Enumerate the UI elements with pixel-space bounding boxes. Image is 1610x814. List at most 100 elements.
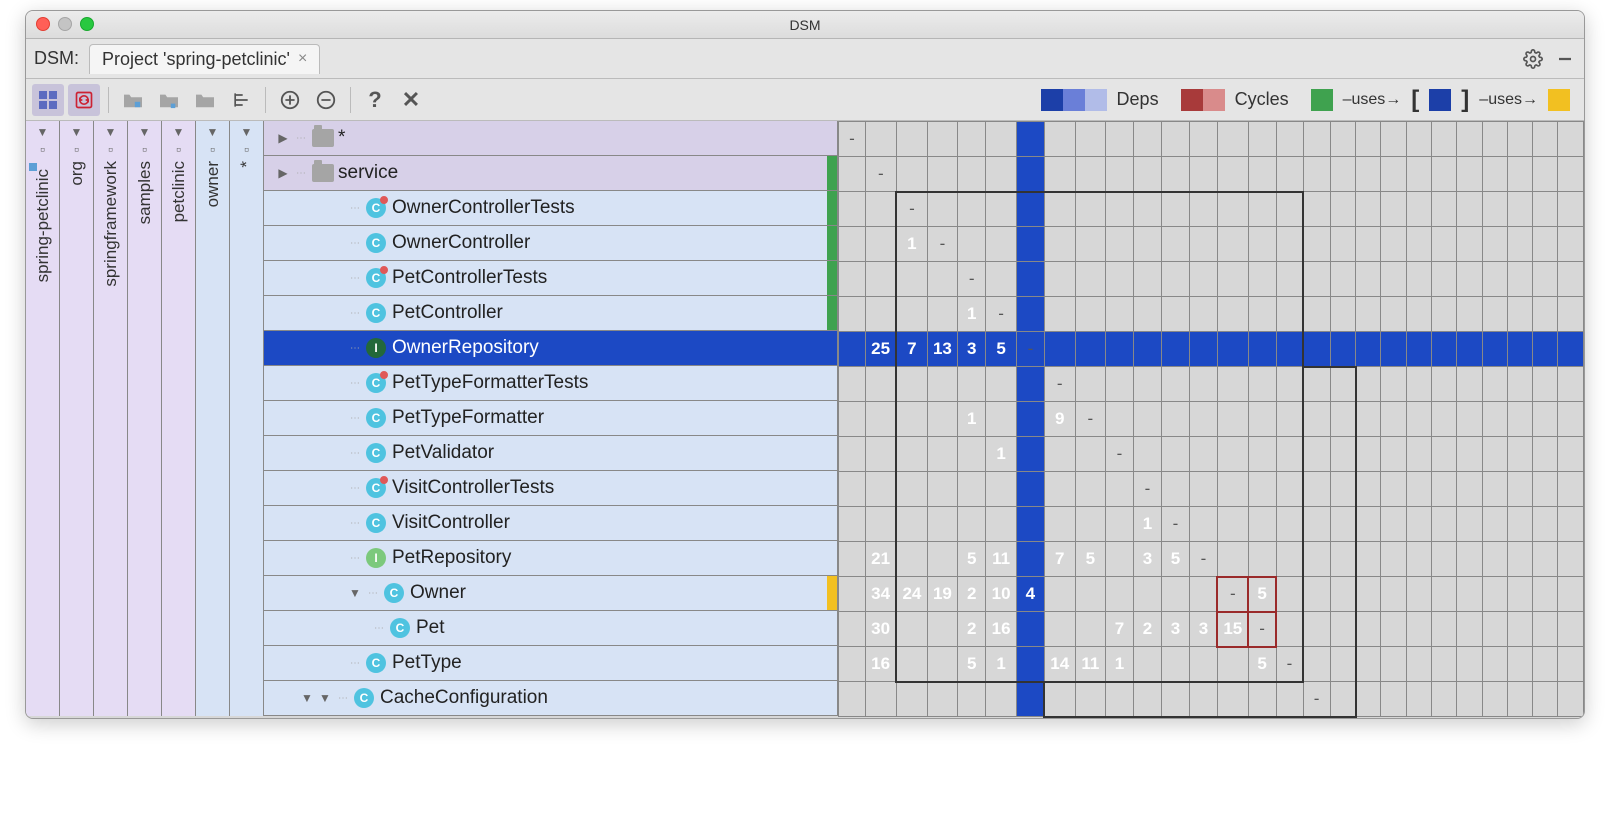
cell-10-6[interactable] — [1016, 472, 1044, 507]
cell-10-2[interactable] — [896, 472, 927, 507]
cell-0-20[interactable] — [1406, 122, 1431, 157]
cell-5-25[interactable] — [1533, 297, 1558, 332]
cell-2-1[interactable] — [865, 192, 896, 227]
cell-15-19[interactable] — [1381, 647, 1406, 682]
cell-6-0[interactable] — [839, 332, 866, 367]
cell-7-14[interactable] — [1248, 367, 1276, 402]
cell-15-23[interactable] — [1482, 647, 1507, 682]
cell-15-25[interactable] — [1533, 647, 1558, 682]
cell-2-15[interactable] — [1276, 192, 1303, 227]
cell-3-21[interactable] — [1432, 227, 1457, 262]
cell-7-3[interactable] — [927, 367, 958, 402]
cell-13-25[interactable] — [1533, 577, 1558, 612]
cell-16-15[interactable] — [1276, 682, 1303, 717]
cell-0-5[interactable] — [986, 122, 1017, 157]
cell-15-8[interactable]: 11 — [1075, 647, 1105, 682]
star-col[interactable]: ▼ ▫ * — [230, 121, 264, 716]
cell-3-3[interactable] — [927, 227, 958, 262]
cell-5-13[interactable] — [1217, 297, 1248, 332]
cell-7-10[interactable] — [1134, 367, 1162, 402]
cell-1-12[interactable] — [1189, 157, 1217, 192]
cell-5-14[interactable] — [1248, 297, 1276, 332]
cycle-button[interactable] — [68, 84, 100, 116]
cell-11-12[interactable] — [1189, 507, 1217, 542]
cell-3-4[interactable] — [958, 227, 986, 262]
cell-11-9[interactable] — [1106, 507, 1134, 542]
cell-5-4[interactable]: 1 — [958, 297, 986, 332]
cell-16-26[interactable] — [1558, 682, 1584, 717]
cell-7-0[interactable] — [839, 367, 866, 402]
cell-14-16[interactable] — [1303, 612, 1330, 647]
cell-3-19[interactable] — [1381, 227, 1406, 262]
cell-0-18[interactable] — [1356, 122, 1381, 157]
cell-2-21[interactable] — [1432, 192, 1457, 227]
cell-13-0[interactable] — [839, 577, 866, 612]
cell-3-7[interactable] — [1044, 227, 1075, 262]
cell-4-23[interactable] — [1482, 262, 1507, 297]
cell-11-20[interactable] — [1406, 507, 1431, 542]
cell-2-16[interactable] — [1303, 192, 1330, 227]
cell-3-9[interactable] — [1106, 227, 1134, 262]
cell-3-13[interactable] — [1217, 227, 1248, 262]
cell-1-18[interactable] — [1356, 157, 1381, 192]
row-or[interactable]: ⋯IOwnerRepository — [264, 331, 838, 366]
cell-1-20[interactable] — [1406, 157, 1431, 192]
cell-16-10[interactable] — [1134, 682, 1162, 717]
cell-0-24[interactable] — [1507, 122, 1532, 157]
cell-7-21[interactable] — [1432, 367, 1457, 402]
cell-6-26[interactable] — [1558, 332, 1584, 367]
cell-14-5[interactable]: 16 — [986, 612, 1017, 647]
cell-15-2[interactable] — [896, 647, 927, 682]
cell-0-14[interactable] — [1248, 122, 1276, 157]
cell-6-5[interactable]: 5 — [986, 332, 1017, 367]
row-pc[interactable]: ⋯CPetController — [264, 296, 838, 331]
cell-10-9[interactable] — [1106, 472, 1134, 507]
cell-2-22[interactable] — [1457, 192, 1482, 227]
cell-3-17[interactable] — [1330, 227, 1355, 262]
cell-2-10[interactable] — [1134, 192, 1162, 227]
cell-9-4[interactable] — [958, 437, 986, 472]
cell-0-0[interactable] — [839, 122, 866, 157]
cell-12-20[interactable] — [1406, 542, 1431, 577]
cell-6-8[interactable] — [1075, 332, 1105, 367]
cell-12-3[interactable] — [927, 542, 958, 577]
cell-14-10[interactable]: 2 — [1134, 612, 1162, 647]
cell-8-4[interactable]: 1 — [958, 402, 986, 437]
cell-9-17[interactable] — [1330, 437, 1355, 472]
cell-3-0[interactable] — [839, 227, 866, 262]
cell-16-2[interactable] — [896, 682, 927, 717]
cell-9-10[interactable] — [1134, 437, 1162, 472]
cell-11-10[interactable]: 1 — [1134, 507, 1162, 542]
cell-0-23[interactable] — [1482, 122, 1507, 157]
cell-4-26[interactable] — [1558, 262, 1584, 297]
cell-16-5[interactable] — [986, 682, 1017, 717]
cell-5-24[interactable] — [1507, 297, 1532, 332]
cell-11-22[interactable] — [1457, 507, 1482, 542]
cell-3-14[interactable] — [1248, 227, 1276, 262]
cell-6-10[interactable] — [1134, 332, 1162, 367]
cell-0-8[interactable] — [1075, 122, 1105, 157]
cell-1-1[interactable] — [865, 157, 896, 192]
cell-12-6[interactable] — [1016, 542, 1044, 577]
cell-4-22[interactable] — [1457, 262, 1482, 297]
cell-4-12[interactable] — [1189, 262, 1217, 297]
cell-13-19[interactable] — [1381, 577, 1406, 612]
cell-7-26[interactable] — [1558, 367, 1584, 402]
cell-14-24[interactable] — [1507, 612, 1532, 647]
cell-9-8[interactable] — [1075, 437, 1105, 472]
cell-7-18[interactable] — [1356, 367, 1381, 402]
cell-11-18[interactable] — [1356, 507, 1381, 542]
cell-1-8[interactable] — [1075, 157, 1105, 192]
cell-1-22[interactable] — [1457, 157, 1482, 192]
cell-5-5[interactable] — [986, 297, 1017, 332]
cell-14-11[interactable]: 3 — [1161, 612, 1189, 647]
cell-1-6[interactable] — [1016, 157, 1044, 192]
cell-10-10[interactable] — [1134, 472, 1162, 507]
cell-9-14[interactable] — [1248, 437, 1276, 472]
cell-13-3[interactable]: 19 — [927, 577, 958, 612]
cell-15-3[interactable] — [927, 647, 958, 682]
cell-10-1[interactable] — [865, 472, 896, 507]
cell-10-21[interactable] — [1432, 472, 1457, 507]
cell-10-22[interactable] — [1457, 472, 1482, 507]
cell-5-3[interactable] — [927, 297, 958, 332]
